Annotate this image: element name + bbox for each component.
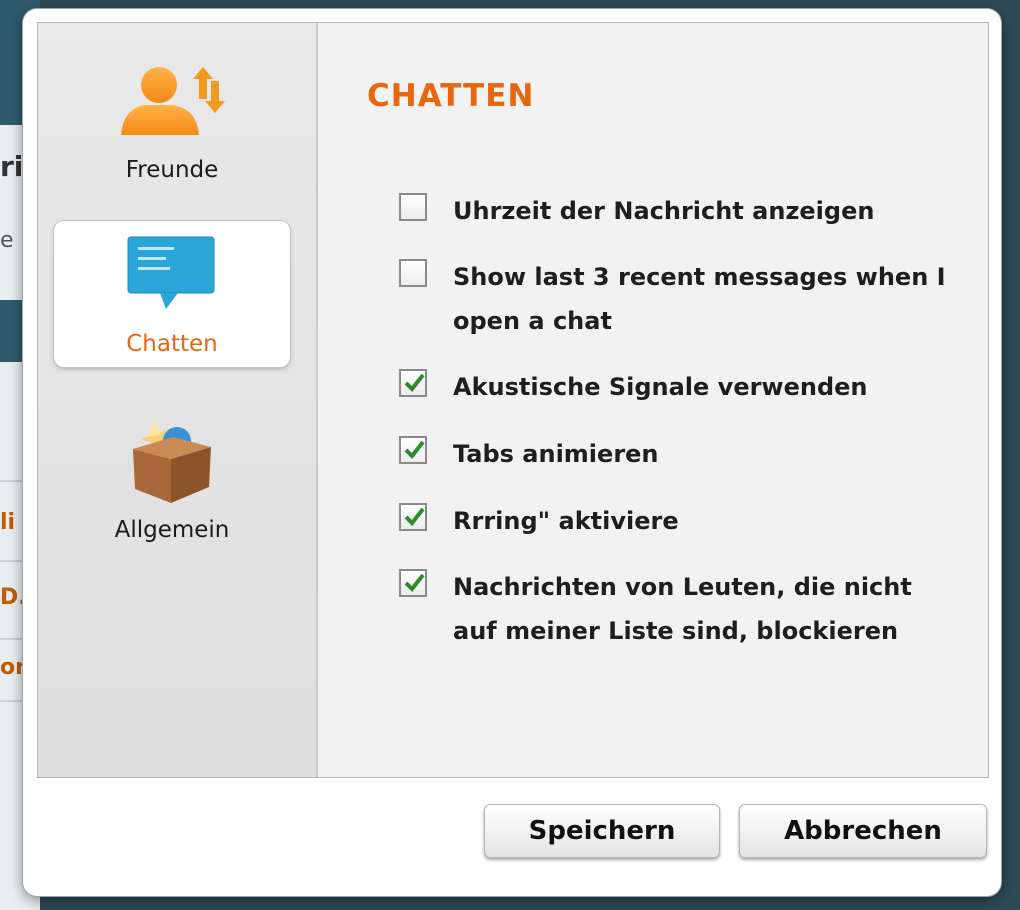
option-animate-tabs: Tabs animieren xyxy=(399,436,969,476)
settings-panel: CHATTEN Uhrzeit der Nachricht anzeigen S… xyxy=(318,23,988,777)
settings-dialog: Freunde Chatten Allgemein CHATTEN Uhrzei… xyxy=(23,9,1001,896)
option-label: Rrring" aktiviere xyxy=(453,507,679,535)
background-text-fragment: ri xyxy=(0,150,24,183)
background-text-fragment: li xyxy=(0,510,16,535)
sidebar-item-allgemein[interactable]: Allgemein xyxy=(54,415,290,555)
checkmark-icon xyxy=(404,573,425,593)
section-title: CHATTEN xyxy=(367,78,535,114)
option-label: Tabs animieren xyxy=(453,440,659,468)
option-label: Uhrzeit der Nachricht anzeigen xyxy=(453,197,875,225)
cancel-button[interactable]: Abbrechen xyxy=(739,804,987,858)
background-text-fragment: e xyxy=(0,228,14,253)
dialog-content: Freunde Chatten Allgemein CHATTEN Uhrzei… xyxy=(37,22,989,778)
sidebar-item-freunde[interactable]: Freunde xyxy=(54,59,290,199)
sidebar-item-label: Freunde xyxy=(125,157,219,183)
checkbox[interactable] xyxy=(399,193,427,221)
checkmark-icon xyxy=(404,373,425,393)
box-icon xyxy=(54,415,290,507)
option-label: Show last 3 recent messages when I open … xyxy=(453,263,946,335)
sidebar-item-chatten[interactable]: Chatten xyxy=(54,221,290,367)
checkbox[interactable] xyxy=(399,369,427,397)
option-recent-messages: Show last 3 recent messages when I open … xyxy=(399,259,969,343)
save-button[interactable]: Speichern xyxy=(484,804,720,858)
settings-sidebar: Freunde Chatten Allgemein xyxy=(38,23,318,777)
option-show-time: Uhrzeit der Nachricht anzeigen xyxy=(399,193,969,233)
option-acoustic-signals: Akustische Signale verwenden xyxy=(399,369,969,409)
checkmark-icon xyxy=(404,507,425,527)
option-rrring: Rrring" aktiviere xyxy=(399,503,969,543)
chat-bubble-icon xyxy=(54,221,290,321)
sidebar-item-label: Allgemein xyxy=(114,517,230,543)
friends-icon xyxy=(54,59,290,147)
option-block-unknown: Nachrichten von Leuten, die nicht auf me… xyxy=(399,569,969,653)
checkbox[interactable] xyxy=(399,259,427,287)
checkbox[interactable] xyxy=(399,436,427,464)
option-label: Nachrichten von Leuten, die nicht auf me… xyxy=(453,573,912,645)
option-label: Akustische Signale verwenden xyxy=(453,373,868,401)
checkbox[interactable] xyxy=(399,503,427,531)
checkbox[interactable] xyxy=(399,569,427,597)
sidebar-item-label: Chatten xyxy=(126,331,218,357)
checkmark-icon xyxy=(404,440,425,460)
